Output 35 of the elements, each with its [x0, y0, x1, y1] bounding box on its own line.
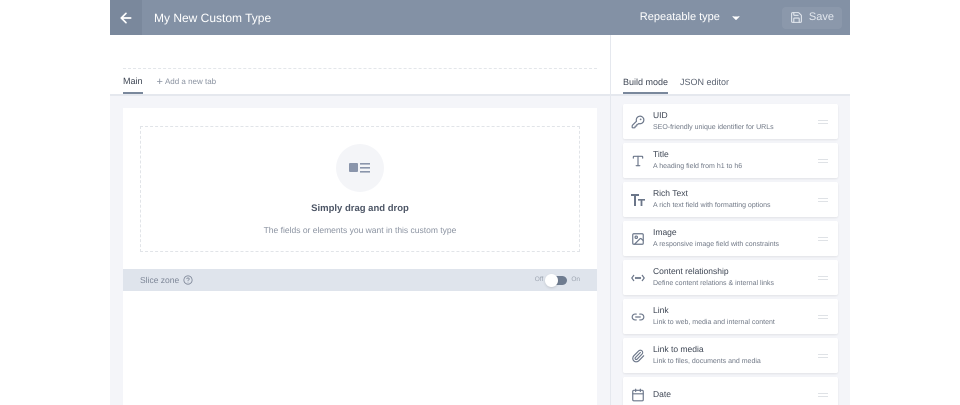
slice-zone-toggle[interactable] [547, 276, 568, 284]
mode-tab[interactable]: Build mode [623, 76, 668, 94]
letter-t-icon [631, 154, 645, 168]
field-title: UID [653, 109, 669, 122]
back-button[interactable] [110, 0, 142, 35]
drag-handle-icon[interactable] [818, 158, 828, 162]
mode-tab[interactable]: JSON editor [680, 76, 730, 94]
slice-zone-label: Slice zone [140, 274, 180, 286]
image-icon [631, 232, 645, 246]
field-card[interactable]: Date [623, 377, 838, 405]
code-brackets-icon [631, 274, 645, 282]
field-title: Date [653, 388, 671, 401]
drag-handle-icon[interactable] [818, 276, 828, 280]
field-title: Rich Text [653, 187, 689, 200]
image-and-lines-icon [349, 162, 371, 174]
field-title: Link [653, 304, 670, 318]
field-title: Link to media [653, 343, 705, 356]
key-icon [631, 114, 645, 128]
drag-handle-icon[interactable] [818, 198, 828, 202]
dropzone-subtitle: The fields or elements you want in this custom type [264, 224, 456, 237]
field-title: Image [653, 226, 678, 240]
calendar-icon [631, 388, 645, 402]
drag-handle-icon[interactable] [818, 314, 828, 318]
drag-handle-icon[interactable] [818, 392, 828, 396]
field-title: Content relationship [653, 265, 730, 278]
drag-handle-icon[interactable] [818, 236, 828, 240]
tab[interactable]: Main [123, 74, 143, 94]
field-title: Title [653, 148, 670, 162]
page-title: My New Custom Type [154, 10, 272, 26]
drag-handle-icon[interactable] [818, 354, 828, 358]
help-icon[interactable] [183, 275, 194, 285]
dropzone-title: Simply drag and drop [311, 202, 409, 216]
text-size-icon [631, 194, 645, 206]
paperclip-icon [631, 348, 645, 362]
drag-handle-icon[interactable] [818, 120, 828, 124]
